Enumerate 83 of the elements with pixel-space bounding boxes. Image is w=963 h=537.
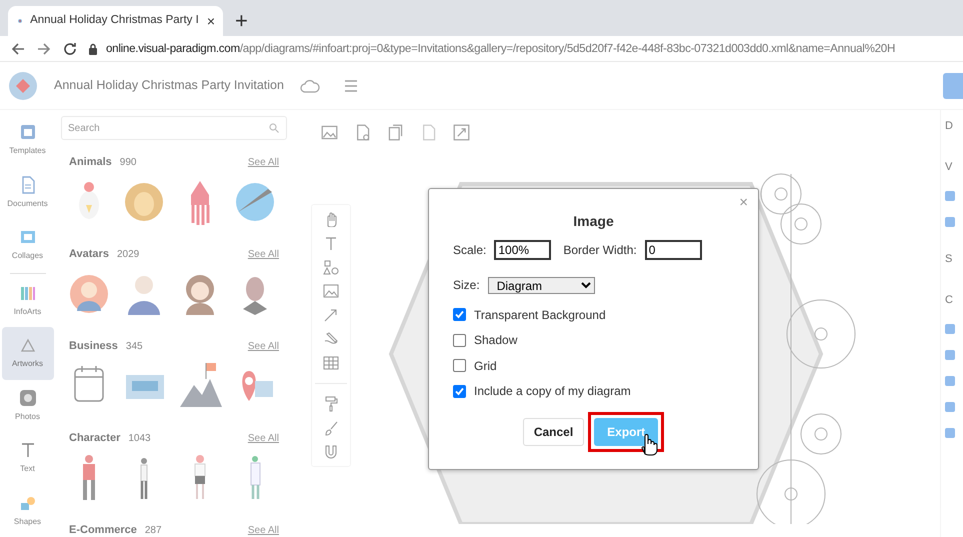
option-label: Shadow — [474, 332, 518, 350]
checkbox[interactable] — [453, 308, 466, 322]
option-label: Include a copy of my diagram — [474, 383, 631, 400]
category-title: E-Commerce — [69, 523, 137, 537]
table-icon[interactable] — [323, 355, 339, 371]
category-count: 1043 — [128, 432, 151, 446]
category-count: 2029 — [116, 248, 140, 262]
panel-heading: D — [945, 119, 954, 134]
resize-icon[interactable] — [453, 124, 470, 140]
option-label: Transparent Background — [474, 306, 606, 324]
nav-item[interactable]: Artworks — [2, 327, 54, 380]
image-icon[interactable] — [323, 283, 339, 299]
nav-item[interactable]: InfoArts — [2, 274, 54, 327]
copy-icon[interactable] — [387, 124, 404, 140]
close-button[interactable]: × — [739, 195, 748, 210]
checkbox[interactable] — [945, 324, 955, 334]
close-tab-button[interactable]: × — [206, 14, 215, 28]
url-text[interactable]: online.visual-paradigm.com/app/diagrams/#infoart:proj=0&type=Invitations&gallery=/repository/5d5d20f7-f42e-448f-83bc-07321d003dd0.xml&name=Annual%20H — [106, 40, 896, 58]
checkbox[interactable] — [945, 217, 955, 227]
see-all-link[interactable]: See All — [248, 155, 279, 170]
category-title: Animals — [69, 155, 112, 170]
checkbox[interactable] — [945, 376, 955, 386]
checkbox[interactable] — [945, 428, 955, 438]
input-field[interactable]: 100% — [494, 240, 552, 260]
cloud-icon[interactable] — [300, 78, 320, 92]
section-label: C — [945, 292, 954, 308]
checkbox[interactable] — [453, 359, 466, 372]
section-label: S — [945, 252, 954, 267]
category-count: 990 — [120, 156, 136, 170]
section-label: V — [945, 160, 954, 174]
see-all-link[interactable]: See All — [248, 247, 279, 262]
category-title: Business — [69, 339, 118, 354]
brush-icon[interactable] — [323, 420, 339, 436]
checkbox[interactable] — [453, 384, 466, 398]
nav-item[interactable]: Templates — [2, 114, 54, 166]
checkbox[interactable] — [945, 191, 955, 201]
field-label: Scale: — [453, 242, 486, 259]
template-icon — [18, 123, 36, 142]
tab-title: Annual Holiday Christmas Party I — [30, 13, 199, 28]
category-count: 287 — [144, 524, 162, 537]
triangle-icon — [18, 336, 36, 354]
see-all-link[interactable]: See All — [248, 431, 279, 446]
header-button[interactable] — [943, 72, 963, 98]
page-settings-icon[interactable] — [354, 124, 371, 140]
nav-item[interactable]: Photos — [2, 380, 54, 432]
option-label: Grid — [474, 358, 497, 375]
size-dropdown[interactable]: Diagram — [488, 276, 595, 294]
field-label: Border Width: — [563, 242, 637, 259]
search-icon — [269, 123, 279, 133]
dialog-title: Image — [572, 212, 615, 231]
nav-item[interactable]: Text — [2, 432, 54, 484]
input-field[interactable]: 0 — [644, 240, 702, 260]
browser-tab[interactable]: Annual Holiday Christmas Party I × — [8, 6, 223, 36]
paint-roller-icon[interactable] — [323, 396, 339, 412]
search-field[interactable]: Search — [61, 116, 287, 140]
image-icon[interactable] — [321, 124, 338, 140]
text-icon[interactable] — [323, 235, 339, 251]
nav-item[interactable]: Collages — [2, 219, 54, 272]
lock-icon — [88, 42, 98, 54]
reload-icon[interactable] — [62, 40, 78, 56]
logo-icon[interactable] — [8, 70, 38, 100]
checkbox[interactable] — [453, 334, 466, 347]
camera-icon — [18, 388, 36, 407]
see-all-link[interactable]: See All — [248, 339, 279, 354]
new-tab-button[interactable]: + — [235, 10, 248, 32]
see-all-link[interactable]: See All — [248, 523, 279, 537]
nav-item[interactable]: Shapes — [2, 484, 54, 537]
page-icon[interactable] — [420, 124, 437, 140]
category-count: 345 — [126, 340, 143, 354]
category-title: Character — [69, 431, 120, 446]
checkbox[interactable] — [945, 350, 955, 360]
arrow-icon[interactable] — [323, 307, 339, 323]
back-icon[interactable] — [10, 40, 26, 56]
nav-item[interactable]: Documents — [2, 166, 54, 219]
field-label: Size: — [453, 277, 480, 294]
shapes-icon[interactable] — [323, 259, 339, 275]
checkbox[interactable] — [945, 402, 955, 412]
forward-icon[interactable] — [36, 40, 52, 56]
magnet-icon[interactable] — [323, 444, 339, 460]
cancel-button[interactable]: Cancel — [522, 418, 584, 446]
document-title: Annual Holiday Christmas Party Invitation — [54, 77, 284, 94]
menu-icon[interactable] — [344, 80, 358, 92]
category-title: Avatars — [69, 247, 109, 262]
